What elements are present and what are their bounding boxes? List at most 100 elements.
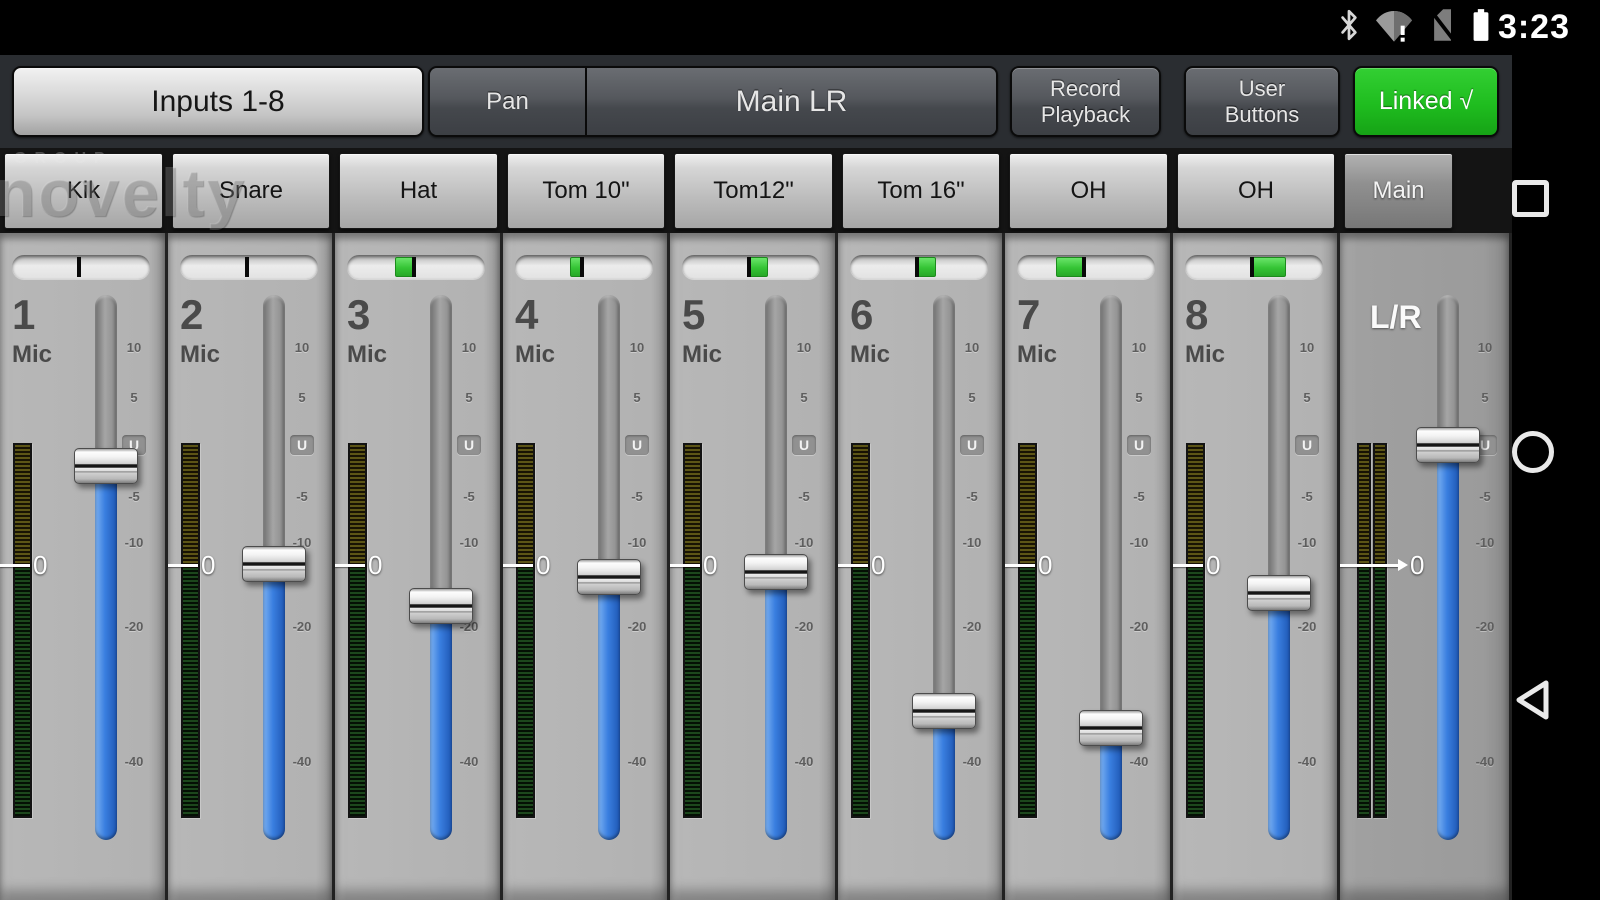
pan-slider[interactable] — [347, 255, 485, 279]
meter-zero-line — [838, 564, 868, 567]
fader-track-lower[interactable] — [765, 572, 787, 840]
pan-slider[interactable] — [515, 255, 653, 279]
channel-select-button[interactable]: Tom 10" — [507, 153, 665, 229]
fader-handle[interactable] — [409, 588, 473, 624]
meter-lower-zone — [1375, 568, 1385, 816]
channel-select-button[interactable]: Tom 16" — [842, 153, 1000, 229]
inputs-1-8-button[interactable]: Inputs 1-8 — [12, 66, 424, 137]
channel-number: 6 — [850, 291, 873, 339]
level-meter — [1357, 443, 1371, 818]
scale-mark: 10 — [784, 340, 824, 355]
fader-handle[interactable] — [912, 693, 976, 729]
scale-mark: 5 — [449, 390, 489, 405]
fader-track-upper[interactable] — [263, 295, 285, 564]
channel-select-button[interactable]: Snare — [172, 153, 330, 229]
fader-handle[interactable] — [577, 559, 641, 595]
fader-track-lower[interactable] — [598, 577, 620, 840]
channel-select-button[interactable]: Tom12" — [674, 153, 833, 229]
scale-mark: 10 — [114, 340, 154, 355]
toolbar: Inputs 1-8 Pan Main LR Record Playback U… — [0, 55, 1512, 151]
channel-select-button[interactable]: OH — [1009, 153, 1168, 229]
channel-source-label: Mic — [850, 341, 890, 369]
scale-mark: 5 — [784, 390, 824, 405]
pan-slider[interactable] — [682, 255, 820, 279]
linked-toggle-button[interactable]: Linked √ — [1353, 66, 1499, 137]
status-clock: 3:23 — [1498, 8, 1570, 47]
home-button[interactable] — [1512, 431, 1600, 473]
pan-slider[interactable] — [180, 255, 318, 279]
scale-mark: -40 — [449, 754, 489, 769]
main-lr-button[interactable]: Main LR — [587, 68, 996, 135]
meter-upper-zone — [183, 445, 198, 568]
level-meter — [1373, 443, 1387, 818]
channel-strip: 5 Mic 0 U 105-5-10-20-40 — [670, 233, 838, 900]
meter-lower-zone — [183, 568, 198, 816]
fader-track-upper[interactable] — [765, 295, 787, 572]
mixer-app-screen: 3:23 Inputs 1-8 Pan Main LR Record Playb… — [0, 0, 1600, 900]
fader-track-lower[interactable] — [430, 606, 452, 840]
meter-upper-zone — [15, 445, 30, 568]
fader-track-lower[interactable] — [263, 564, 285, 840]
fader-handle[interactable] — [1079, 710, 1143, 746]
pan-button[interactable]: Pan — [430, 68, 587, 135]
meter-zero-line — [335, 564, 365, 567]
meter-zero-label: 0 — [871, 550, 885, 581]
channel-source-label: Mic — [347, 341, 387, 369]
back-button[interactable] — [1512, 677, 1600, 723]
fader-track-upper[interactable] — [95, 295, 117, 466]
fader-handle[interactable] — [1416, 427, 1480, 463]
meter-lower-zone — [1188, 568, 1203, 816]
fader-track-upper[interactable] — [1100, 295, 1122, 728]
pan-amount-indicator — [1252, 257, 1286, 277]
unity-gain-badge: U — [960, 435, 984, 455]
channel-select-button[interactable]: Hat — [339, 153, 498, 229]
channel-number: 4 — [515, 291, 538, 339]
pan-center-tick — [1082, 257, 1086, 277]
scale-mark: -5 — [114, 489, 154, 504]
channel-source-label: Mic — [1185, 341, 1225, 369]
fader-track-lower[interactable] — [1437, 445, 1459, 840]
fader-handle[interactable] — [74, 448, 138, 484]
fader-handle[interactable] — [242, 546, 306, 582]
meter-lower-zone — [518, 568, 533, 816]
fader-track-upper[interactable] — [1437, 295, 1459, 445]
scale-mark: -40 — [617, 754, 657, 769]
channel-select-button[interactable]: Kik — [4, 153, 163, 229]
channel-number: 8 — [1185, 291, 1208, 339]
scale-mark: -40 — [1119, 754, 1159, 769]
scale-mark: -20 — [617, 619, 657, 634]
unity-gain-badge: U — [457, 435, 481, 455]
recents-button[interactable] — [1512, 178, 1600, 218]
pan-slider[interactable] — [12, 255, 150, 279]
battery-icon — [1470, 7, 1492, 48]
scale-mark: -5 — [282, 489, 322, 504]
main-select-button[interactable]: Main — [1344, 153, 1453, 229]
channel-source-label: Mic — [515, 341, 555, 369]
channel-select-button[interactable]: OH — [1177, 153, 1335, 229]
channel-source-label: Mic — [12, 341, 52, 369]
fader-track-lower[interactable] — [933, 711, 955, 840]
unity-gain-badge: U — [792, 435, 816, 455]
back-triangle-icon — [1512, 677, 1552, 723]
level-meter — [181, 443, 200, 818]
record-playback-button[interactable]: Record Playback — [1010, 66, 1161, 137]
channel-source-label: Mic — [682, 341, 722, 369]
pan-slider[interactable] — [1017, 255, 1155, 279]
meter-zero-label: 0 — [1038, 550, 1052, 581]
meter-lower-zone — [350, 568, 365, 816]
pan-amount-indicator — [917, 257, 936, 277]
scale-mark: -10 — [784, 535, 824, 550]
fader-handle[interactable] — [744, 554, 808, 590]
fader-track-lower[interactable] — [95, 466, 117, 840]
pan-slider[interactable] — [850, 255, 988, 279]
meter-zero-line — [1173, 564, 1203, 567]
scale-mark: -5 — [952, 489, 992, 504]
channel-strip: 1 Mic 0 U 105-5-10-20-40 — [0, 233, 168, 900]
scale-mark: -40 — [1287, 754, 1327, 769]
pan-slider[interactable] — [1185, 255, 1323, 279]
fader-handle[interactable] — [1247, 575, 1311, 611]
user-buttons-button[interactable]: User Buttons — [1184, 66, 1340, 137]
pan-center-tick — [915, 257, 919, 277]
scale-mark: -10 — [952, 535, 992, 550]
scale-mark: -40 — [282, 754, 322, 769]
